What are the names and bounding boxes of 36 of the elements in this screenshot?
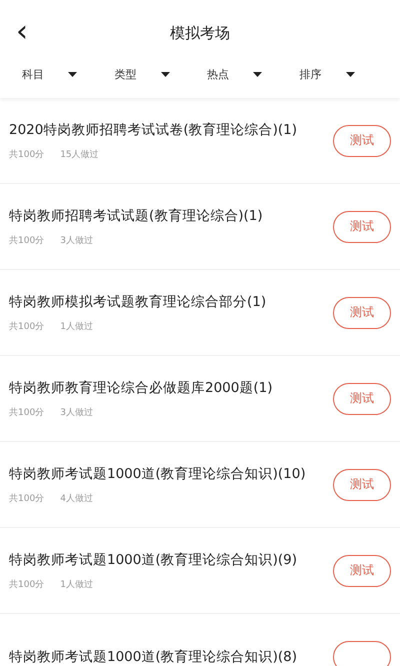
back-button[interactable]: ‹	[12, 20, 32, 44]
test-button[interactable]: 测试	[333, 382, 391, 414]
takers-count: 1人做过	[60, 578, 93, 590]
test-button[interactable]	[333, 640, 391, 666]
takers-count: 3人做过	[60, 234, 93, 246]
exam-title: 特岗教师考试题1000道(教育理论综合知识)(10)	[9, 464, 307, 482]
test-button[interactable]: 测试	[333, 468, 391, 500]
filter-dropdown[interactable]: 科目	[22, 66, 114, 82]
takers-count: 15人做过	[60, 148, 99, 160]
takers-count: 4人做过	[60, 492, 93, 504]
score-text: 共100分	[9, 148, 44, 160]
page-title: 模拟考场	[170, 24, 230, 42]
test-button[interactable]: 测试	[333, 296, 391, 328]
caret-icon	[346, 72, 354, 76]
score-text: 共100分	[9, 320, 44, 332]
exam-title: 特岗教师教育理论综合必做题库2000题(1)	[9, 378, 274, 396]
caret-icon	[253, 72, 262, 76]
filter-dropdown[interactable]: 类型	[114, 66, 207, 82]
takers-count: 3人做过	[60, 406, 93, 418]
takers-count: 1人做过	[60, 320, 93, 332]
test-button[interactable]: 测试	[333, 554, 391, 586]
exam-title: 特岗教师招聘考试试题(教育理论综合)(1)	[9, 206, 264, 224]
filter-dropdown[interactable]: 排序	[300, 66, 392, 82]
score-text: 共100分	[9, 234, 44, 246]
caret-icon	[160, 72, 170, 76]
score-text: 共100分	[9, 578, 44, 590]
exam-title: 特岗教师考试题1000道(教育理论综合知识)(9)	[9, 550, 298, 568]
score-text: 共100分	[9, 492, 44, 504]
exam-title: 2020特岗教师招聘考试试卷(教育理论综合)(1)	[9, 120, 298, 138]
test-button[interactable]: 测试	[333, 210, 391, 242]
filter-dropdown[interactable]: 热点	[207, 66, 300, 82]
score-text: 共100分	[9, 406, 44, 418]
caret-icon	[68, 72, 77, 76]
test-button[interactable]: 测试	[333, 124, 391, 156]
exam-title: 特岗教师考试题1000道(教育理论综合知识)(8)	[9, 648, 298, 666]
exam-title: 特岗教师模拟考试题教育理论综合部分(1)	[9, 292, 268, 310]
